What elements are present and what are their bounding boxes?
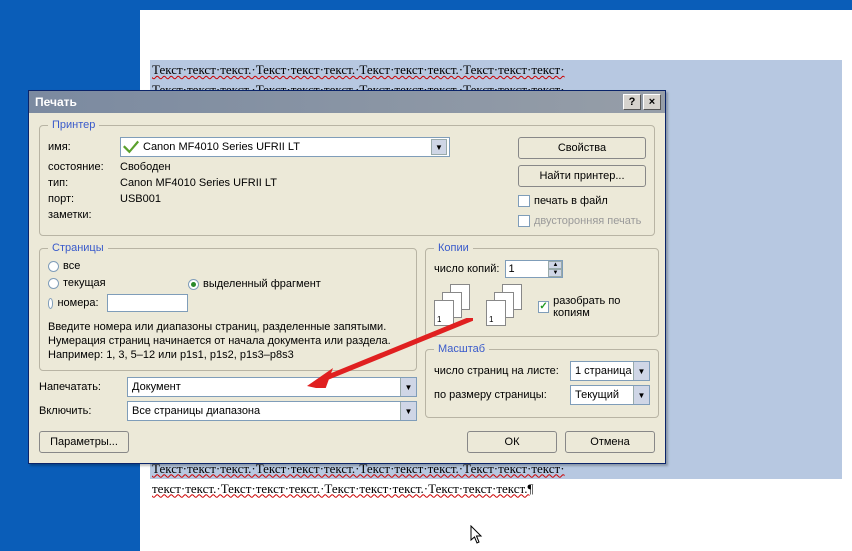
ok-button[interactable]: ОК <box>467 431 557 453</box>
copies-count-label: число копий: <box>434 263 499 275</box>
radio-current[interactable] <box>48 278 59 289</box>
chevron-down-icon[interactable]: ▼ <box>400 378 416 396</box>
copies-group: Копии число копий: ▲ ▼ 3 <box>425 242 659 337</box>
page-numbers-input[interactable] <box>107 294 188 312</box>
options-button[interactable]: Параметры... <box>39 431 129 453</box>
duplex-checkbox[interactable] <box>518 215 530 227</box>
spin-up-icon[interactable]: ▲ <box>548 261 562 269</box>
printer-notes-label: заметки: <box>48 209 120 221</box>
fit-to-page-value: Текущий <box>575 389 619 401</box>
include-value: Все страницы диапазона <box>132 405 260 417</box>
print-what-label: Напечатать: <box>39 381 121 393</box>
radio-numbers[interactable] <box>48 298 53 309</box>
collate-label: разобрать по копиям <box>553 295 650 319</box>
radio-numbers-label: номера: <box>57 297 98 309</box>
properties-button[interactable]: Свойства <box>518 137 646 159</box>
scale-legend: Масштаб <box>434 343 489 355</box>
chevron-down-icon[interactable]: ▼ <box>431 139 447 155</box>
mouse-cursor-icon <box>470 525 484 545</box>
printer-type-value: Canon MF4010 Series UFRII LT <box>120 177 277 189</box>
radio-selection-label: выделенный фрагмент <box>203 278 321 290</box>
chevron-down-icon[interactable]: ▼ <box>400 402 416 420</box>
page-icon: 1 <box>434 300 454 326</box>
scale-group: Масштаб число страниц на листе: 1 страни… <box>425 343 659 418</box>
include-combo[interactable]: Все страницы диапазона ▼ <box>127 401 417 421</box>
spin-down-icon[interactable]: ▼ <box>548 269 562 277</box>
fit-to-page-label: по размеру страницы: <box>434 389 564 401</box>
radio-all[interactable] <box>48 261 59 272</box>
close-button[interactable]: × <box>643 94 661 110</box>
printer-group: Принтер имя: Canon MF4010 Series UFRII L… <box>39 119 655 236</box>
printer-name-value: Canon MF4010 Series UFRII LT <box>143 141 431 153</box>
printer-status-label: состояние: <box>48 161 120 173</box>
dialog-title: Печать <box>35 95 621 109</box>
pages-per-sheet-combo[interactable]: 1 страница ▼ <box>570 361 650 381</box>
cancel-button[interactable]: Отмена <box>565 431 655 453</box>
chevron-down-icon[interactable]: ▼ <box>633 362 649 380</box>
printer-icon <box>123 139 139 155</box>
print-dialog: Печать ? × Принтер имя: Canon MF4010 Ser… <box>28 90 666 464</box>
collate-checkbox[interactable] <box>538 301 549 313</box>
printer-legend: Принтер <box>48 119 99 131</box>
pages-per-sheet-value: 1 страница <box>575 365 632 377</box>
collate-illustration: 3 2 1 <box>434 284 474 328</box>
radio-selection[interactable] <box>188 279 199 290</box>
include-label: Включить: <box>39 405 121 417</box>
titlebar[interactable]: Печать ? × <box>29 91 665 113</box>
printer-name-label: имя: <box>48 141 120 153</box>
doc-line: Текст·текст·текст.·Текст·текст·текст.·Те… <box>150 60 842 80</box>
help-button[interactable]: ? <box>623 94 641 110</box>
printer-status-value: Свободен <box>120 161 171 173</box>
pages-legend: Страницы <box>48 242 108 254</box>
copies-legend: Копии <box>434 242 473 254</box>
collate-illustration: 3 2 1 <box>486 284 526 328</box>
pages-per-sheet-label: число страниц на листе: <box>434 365 564 377</box>
printer-port-label: порт: <box>48 193 120 205</box>
printer-select[interactable]: Canon MF4010 Series UFRII LT ▼ <box>120 137 450 157</box>
fit-to-page-combo[interactable]: Текущий ▼ <box>570 385 650 405</box>
print-what-combo[interactable]: Документ ▼ <box>127 377 417 397</box>
printer-port-value: USB001 <box>120 193 161 205</box>
print-to-file-checkbox[interactable] <box>518 195 530 207</box>
radio-current-label: текущая <box>63 277 106 289</box>
radio-all-label: все <box>63 260 80 272</box>
page-icon: 1 <box>486 300 506 326</box>
find-printer-button[interactable]: Найти принтер... <box>518 165 646 187</box>
print-what-value: Документ <box>132 381 181 393</box>
print-to-file-label: печать в файл <box>534 195 608 207</box>
chevron-down-icon[interactable]: ▼ <box>633 386 649 404</box>
pages-hint: Введите номера или диапазоны страниц, ра… <box>48 321 408 362</box>
pages-group: Страницы все текущая <box>39 242 417 371</box>
copies-spinner[interactable]: ▲ ▼ <box>505 260 563 278</box>
doc-line-last: текст·текст.·Текст·текст·текст.·Текст·те… <box>150 479 842 499</box>
duplex-label: двусторонняя печать <box>534 215 641 227</box>
copies-input[interactable] <box>506 261 548 277</box>
printer-type-label: тип: <box>48 177 120 189</box>
